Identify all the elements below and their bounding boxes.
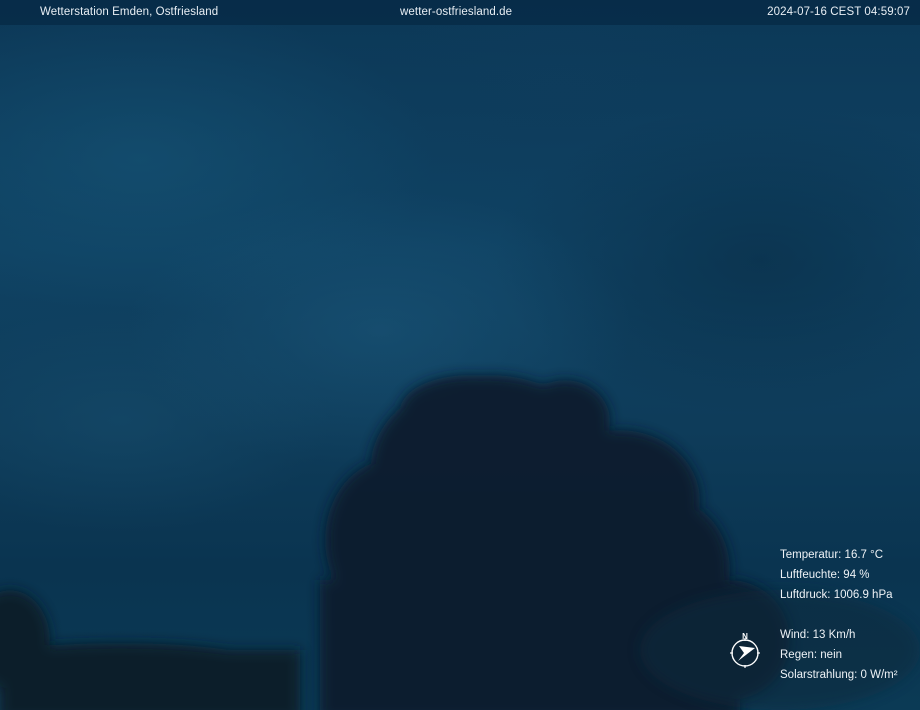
temperature-reading: Temperatur: 16.7 °C [780, 549, 884, 561]
pressure-reading: Luftdruck: 1006.9 hPa [780, 589, 893, 601]
tree-silhouette [0, 375, 920, 710]
rain-reading: Regen: nein [780, 649, 843, 661]
timestamp: 2024-07-16 CEST 04:59:07 [767, 6, 910, 18]
webcam-image [0, 0, 920, 710]
overlay-header-bar: Wetterstation Emden, Ostfriesland wetter… [0, 0, 920, 25]
wind-direction-compass-icon: N [727, 630, 763, 670]
website-label: wetter-ostfriesland.de [400, 6, 513, 18]
humidity-reading: Luftfeuchte: 94 % [780, 569, 870, 581]
wind-reading: Wind: 13 Km/h [780, 629, 856, 641]
solar-radiation-reading: Solarstrahlung: 0 W/m² [780, 669, 898, 681]
station-name: Wetterstation Emden, Ostfriesland [40, 6, 219, 18]
wind-arrow-icon [738, 646, 755, 661]
